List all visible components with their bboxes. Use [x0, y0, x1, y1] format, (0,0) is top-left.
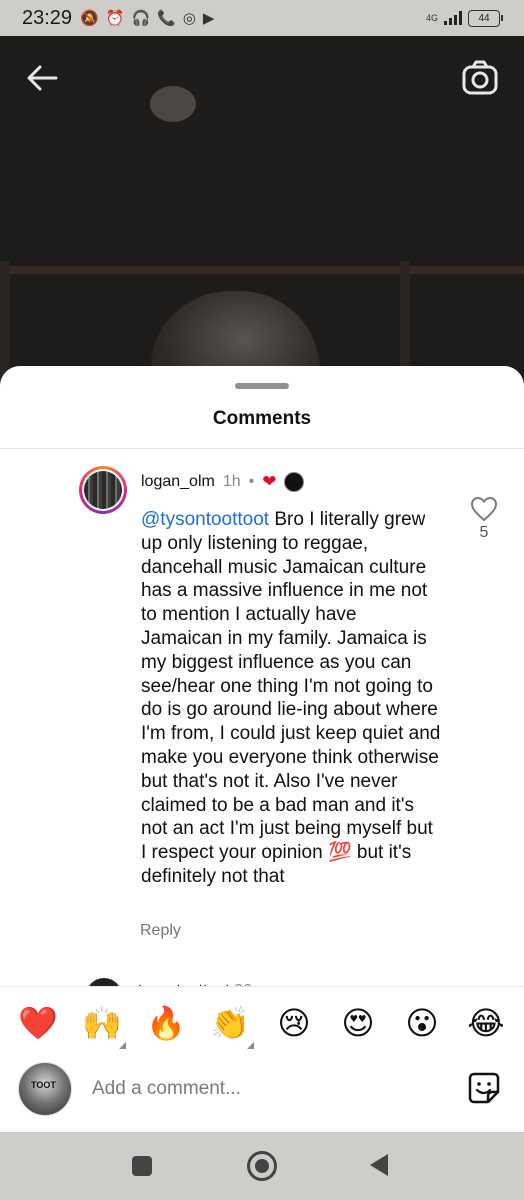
skin-tone-indicator — [247, 1042, 254, 1049]
arrow-left-icon[interactable] — [24, 60, 60, 96]
phone-icon: 📞 — [157, 10, 176, 27]
like-count: 5 — [479, 524, 489, 541]
creator-avatar-icon — [284, 472, 305, 492]
skin-tone-indicator — [119, 1042, 126, 1049]
notification-icons: 🔕 ⏰ 🎧 📞 ◎ ▶ — [80, 9, 214, 27]
comment-text: @tysontoottoot Bro I literally grew up o… — [141, 508, 441, 889]
back-button[interactable] — [370, 1154, 388, 1176]
avatar-image — [84, 471, 122, 509]
mute-icon: 🔕 — [80, 10, 99, 27]
heart-emoji-button[interactable]: ❤️ — [16, 1001, 60, 1045]
drag-handle[interactable] — [235, 383, 289, 389]
comment-body: Bro I literally grew up only listening t… — [141, 509, 441, 887]
comment-time: 1h — [222, 473, 241, 490]
signal-icon — [444, 11, 462, 25]
sticker-icon[interactable] — [466, 1070, 502, 1106]
network-label: 4G — [425, 12, 438, 23]
comment-mention[interactable]: @tysontoottoot — [141, 509, 269, 530]
avatar-text: TOOT — [31, 1080, 56, 1090]
heart-outline-icon[interactable] — [470, 496, 498, 522]
comment-input[interactable] — [90, 1074, 434, 1104]
emoji-glyph: 🙌 — [82, 1004, 122, 1042]
fire-emoji-button[interactable]: 🔥 — [144, 1001, 188, 1045]
instagram-icon: ◎ — [182, 10, 196, 27]
sheet-title: Comments — [212, 408, 312, 429]
video-background — [0, 36, 524, 396]
video-header — [0, 36, 524, 108]
comment-username[interactable]: logan_olm — [141, 473, 215, 491]
status-right: 4G 44 — [425, 9, 503, 27]
clapping-emoji-button[interactable]: 👏 — [208, 1001, 254, 1049]
comment-header: logan_olm 1h • ❤ — [141, 472, 305, 492]
alarm-icon: ⏰ — [105, 10, 125, 27]
battery-icon: 44 — [468, 9, 503, 27]
background-beam — [0, 266, 524, 274]
status-bar: 23:29 🔕 ⏰ 🎧 📞 ◎ ▶ 4G 44 — [0, 0, 524, 36]
battery-level: 44 — [478, 12, 490, 24]
emoji-glyph: 👏 — [210, 1004, 250, 1042]
avatar-border — [82, 469, 124, 511]
system-navigation-bar — [0, 1132, 524, 1200]
divider — [0, 448, 524, 449]
heart-eyes-emoji-button[interactable]: 😍 — [336, 1001, 380, 1045]
home-button[interactable] — [247, 1151, 277, 1181]
status-time: 23:29 — [22, 6, 73, 29]
camera-icon[interactable] — [460, 58, 500, 98]
creator-liked-heart-icon: ❤ — [262, 472, 277, 491]
reply-button[interactable]: Reply — [140, 922, 181, 940]
raised-hands-emoji-button[interactable]: 🙌 — [80, 1001, 126, 1049]
comment-compose: TOOT — [0, 1050, 524, 1132]
separator-dot: • — [248, 473, 255, 490]
recent-apps-button[interactable] — [132, 1156, 152, 1176]
surprised-emoji-button[interactable]: 😮 — [400, 1001, 444, 1045]
headphones-icon: 🎧 — [131, 10, 151, 27]
crying-emoji-button[interactable]: 😢 — [272, 1001, 316, 1045]
youtube-icon: ▶ — [202, 10, 215, 27]
laughing-emoji-button[interactable]: 😂 — [464, 1001, 508, 1045]
avatar[interactable] — [79, 466, 127, 514]
